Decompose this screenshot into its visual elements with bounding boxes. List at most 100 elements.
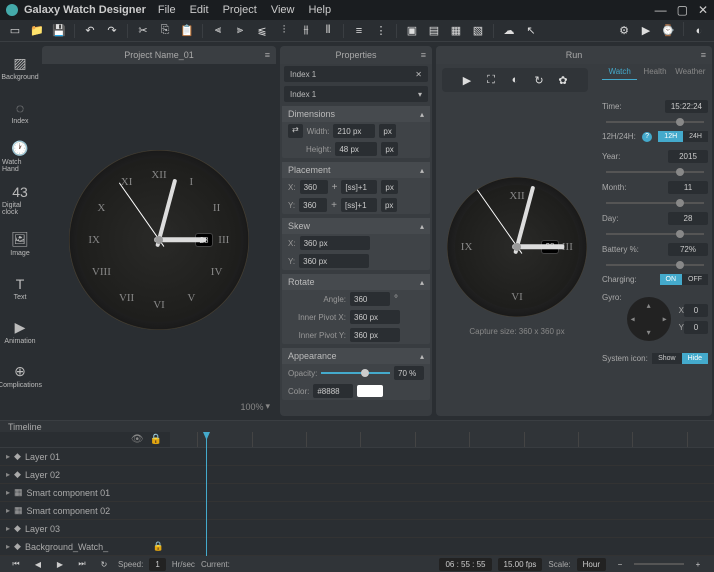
color-input[interactable] xyxy=(313,384,353,398)
tl-zoom-slider[interactable] xyxy=(634,563,684,565)
tool-build[interactable]: ▶ xyxy=(637,22,655,40)
month-slider[interactable] xyxy=(606,202,704,204)
panel-menu-icon[interactable]: ≡ xyxy=(701,50,706,60)
day-slider[interactable] xyxy=(606,233,704,235)
speed-value[interactable]: 1 xyxy=(149,558,165,571)
menu-view[interactable]: View xyxy=(271,4,295,16)
timeline-tracks[interactable] xyxy=(170,432,714,556)
year-slider[interactable] xyxy=(606,171,704,173)
skew-y-input[interactable] xyxy=(299,254,369,268)
layer-item[interactable]: ▸▦Smart component 02 xyxy=(0,502,170,520)
tool-align-left[interactable]: ⫷ xyxy=(209,22,227,40)
layer-item[interactable]: ▸◆Layer 02 xyxy=(0,466,170,484)
tool-animation[interactable]: ▶Animation xyxy=(2,312,38,352)
menu-file[interactable]: File xyxy=(158,4,176,16)
tool-save[interactable]: 💾 xyxy=(50,22,68,40)
time-slider[interactable] xyxy=(606,121,704,123)
sysicon-hide[interactable]: Hide xyxy=(682,353,708,364)
tool-align-middle[interactable]: ⫵ xyxy=(297,22,315,40)
tool-settings[interactable]: ⚙ xyxy=(615,22,633,40)
zoom-dropdown-icon[interactable]: ▾ xyxy=(265,401,270,412)
tool-align-bottom[interactable]: ⫴ xyxy=(319,22,337,40)
playhead[interactable] xyxy=(206,432,207,556)
layer-item[interactable]: ▸◆Background_Watch_🔒 xyxy=(0,538,170,556)
tool-new[interactable]: ▭ xyxy=(6,22,24,40)
tool-dist-v[interactable]: ⋮ xyxy=(372,22,390,40)
close-button[interactable]: ✕ xyxy=(698,3,708,17)
opacity-slider[interactable] xyxy=(321,372,390,374)
tab-weather[interactable]: Weather xyxy=(673,64,708,80)
tool-ungroup[interactable]: ▧ xyxy=(469,22,487,40)
index-select-2[interactable]: Index 1▾ xyxy=(284,86,428,102)
menu-help[interactable]: Help xyxy=(308,4,331,16)
layer-item[interactable]: ▸◆Layer 01 xyxy=(0,448,170,466)
width-input[interactable] xyxy=(333,124,375,138)
tool-text[interactable]: TText xyxy=(2,268,38,308)
capture-button[interactable]: ⛶ xyxy=(482,71,500,89)
opacity-value[interactable] xyxy=(394,366,424,380)
gear-button[interactable]: ✿ xyxy=(554,71,572,89)
charging-on[interactable]: ON xyxy=(660,274,683,285)
place-x-seq[interactable] xyxy=(341,180,377,194)
skew-x-input[interactable] xyxy=(300,236,370,250)
tl-rewind[interactable]: ⏮ xyxy=(8,556,24,572)
24h-button[interactable]: 24H xyxy=(683,131,708,142)
play-button[interactable]: ▶ xyxy=(458,71,476,89)
charging-off[interactable]: OFF xyxy=(682,274,708,285)
tool-cursor[interactable]: ↖ xyxy=(522,22,540,40)
tool-digital-clock[interactable]: 43Digital clock xyxy=(2,180,38,220)
tool-dist-h[interactable]: ≡ xyxy=(350,22,368,40)
pivot-y-input[interactable] xyxy=(350,328,400,342)
help-icon[interactable]: ? xyxy=(642,132,652,142)
tool-index[interactable]: ◌Index xyxy=(2,92,38,132)
link-dimensions-icon[interactable]: ⇄ xyxy=(288,124,303,138)
12h-button[interactable]: 12H xyxy=(658,131,683,142)
tool-watch-hand[interactable]: 🕐Watch Hand xyxy=(2,136,38,176)
tool-open[interactable]: 📁 xyxy=(28,22,46,40)
canvas[interactable]: XII I II III IV V VI VII VIII IX X XI 28… xyxy=(42,64,276,416)
place-x-input[interactable] xyxy=(300,180,328,194)
pivot-x-input[interactable] xyxy=(350,310,400,324)
layer-item[interactable]: ▸◆Layer 03 xyxy=(0,520,170,538)
tool-bring-front[interactable]: ▤ xyxy=(425,22,443,40)
panel-menu-icon[interactable]: ≡ xyxy=(421,50,426,60)
layer-item[interactable]: ▸▦Smart component 01 xyxy=(0,484,170,502)
maximize-button[interactable]: ▢ xyxy=(677,3,688,17)
tool-align-right[interactable]: ⫹ xyxy=(253,22,271,40)
tool-undo[interactable]: ↶ xyxy=(81,22,99,40)
tool-send-back[interactable]: ▣ xyxy=(403,22,421,40)
tool-align-top[interactable]: ⫶ xyxy=(275,22,293,40)
height-input[interactable] xyxy=(335,142,377,156)
battery-slider[interactable] xyxy=(606,264,704,266)
watch-face-canvas[interactable]: XII I II III IV V VI VII VIII IX X XI 28 xyxy=(69,150,249,330)
tool-paste[interactable]: 📋 xyxy=(178,22,196,40)
place-y-seq[interactable] xyxy=(341,198,377,212)
refresh-button[interactable]: ↻ xyxy=(530,71,548,89)
tl-back[interactable]: ◀ xyxy=(30,556,46,572)
menu-project[interactable]: Project xyxy=(223,4,257,16)
tl-loop[interactable]: ↻ xyxy=(96,556,112,572)
panel-menu-icon[interactable]: ≡ xyxy=(265,50,270,60)
menu-edit[interactable]: Edit xyxy=(190,4,209,16)
tool-redo[interactable]: ↷ xyxy=(103,22,121,40)
lock-icon[interactable]: 🔒 xyxy=(150,434,162,445)
place-y-input[interactable] xyxy=(299,198,327,212)
tool-group[interactable]: ▦ xyxy=(447,22,465,40)
visibility-icon[interactable]: 👁 xyxy=(131,434,144,445)
tool-background[interactable]: ▨Background xyxy=(2,48,38,88)
tool-complications[interactable]: ⊕Complications xyxy=(2,356,38,396)
zoom-in-icon[interactable]: + xyxy=(690,556,706,572)
tool-cut[interactable]: ✂ xyxy=(134,22,152,40)
gyro-dpad[interactable]: ▴ ▾ ◂ ▸ xyxy=(627,297,671,341)
tl-forward[interactable]: ⏭ xyxy=(74,556,90,572)
layer-lock-icon[interactable]: 🔒 xyxy=(153,541,164,552)
width-unit[interactable]: px xyxy=(379,124,395,138)
tool-copy[interactable]: ⎘ xyxy=(156,22,174,40)
tool-device[interactable]: ⌚ xyxy=(659,22,677,40)
minimize-button[interactable]: — xyxy=(655,3,667,17)
index-select-1[interactable]: Index 1✕ xyxy=(284,66,428,82)
tab-watch[interactable]: Watch xyxy=(602,64,637,80)
tool-align-center-h[interactable]: ⫸ xyxy=(231,22,249,40)
tool-image[interactable]: 🖼Image xyxy=(2,224,38,264)
scale-value[interactable]: Hour xyxy=(577,558,606,571)
